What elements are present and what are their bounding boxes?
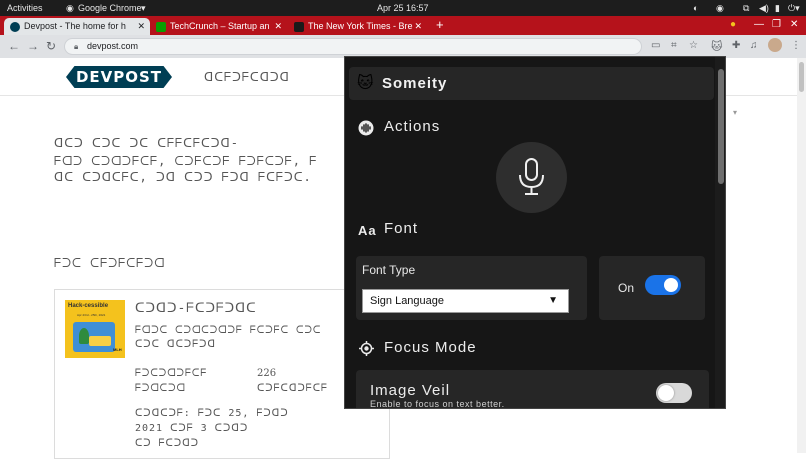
network-icon[interactable]: ⧉ (743, 2, 749, 14)
lock-icon: 🔒︎ (74, 42, 79, 51)
audio-wave-icon (358, 120, 374, 141)
toggle-knob (664, 278, 678, 292)
image-veil-title: Image Veil (370, 382, 451, 399)
back-button[interactable]: ← (8, 39, 20, 53)
font-toggle-switch[interactable] (645, 275, 681, 295)
new-tab-button[interactable]: + (436, 17, 444, 32)
font-type-label: Font Type (362, 263, 416, 277)
media-control-icon[interactable]: ♫ (750, 40, 758, 51)
tab-title: TechCrunch – Startup an (170, 21, 270, 31)
hackathon-desc: ᖴᗡᑐᑕ ᑕᑐᗡᑕᑐᗡᑐᖴ ᖴᑕᑐᖴᑕ ᑕᑐᑕ (135, 325, 322, 336)
bookmark-star-icon[interactable]: ☆ (689, 40, 698, 51)
hackathon-desc: ᑕᑐᑕ ᗡᑕᑐᖴᑐᗡ (135, 339, 217, 350)
profile-badge-icon[interactable]: ● (730, 19, 736, 30)
intro-heading: ᗡᑕᑐ ᑕᑐᑕ ᑐᑕ ᑕᖴᖴᑕᖴᑕᑐᗡ- (54, 136, 239, 150)
tab-strip: Devpost - The home for h ✕ TechCrunch – … (0, 16, 806, 35)
section-heading: ᖴᑐᑕ ᑕᖴᑐᖴᑕᖴᑐᗡ (54, 256, 166, 270)
chevron-down-icon: ▾ (141, 3, 146, 13)
activities-button[interactable]: Activities (7, 2, 43, 14)
plant-illustration (79, 328, 89, 344)
someity-extension-icon[interactable]: 🐱 (711, 40, 722, 53)
cat-logo-icon: 🐱 (357, 75, 374, 92)
font-toggle-label: On (618, 281, 635, 295)
deadline-text: 2021 ᑕᑐᖴ 3 ᑕᑐᗡᑐ (135, 423, 249, 434)
popup-app-name: Someity (382, 75, 448, 92)
tab-techcrunch[interactable]: TechCrunch – Startup an ✕ (150, 18, 287, 35)
desk-illustration (89, 336, 111, 346)
participants-unit: ᑕᑐᖴᑕᗡᑐᖴᑕᖴ (257, 383, 328, 394)
microphone-button[interactable] (496, 142, 567, 213)
minimize-button[interactable]: — (754, 19, 764, 30)
browser-toolbar: ← → ↻ 🔒︎ devpost.com ▭ ⌗ ☆ 🐱 ✚ ♫ ⋮ (0, 35, 806, 58)
devpost-logo[interactable]: DEVPOST (66, 66, 172, 88)
battery-icon[interactable]: ▮ (775, 2, 780, 14)
image-veil-toggle[interactable] (656, 383, 692, 403)
tab-devpost[interactable]: Devpost - The home for h ✕ (4, 18, 150, 35)
font-title: Font (384, 220, 419, 237)
participants-label: ᖴᑐᑕᑐᗡᑐᖴᑕᖴ (135, 368, 208, 379)
microphone-icon (516, 158, 547, 201)
hackathon-card[interactable]: Hack-cessible Apr 23rd - 25th, 2021 MLH … (54, 289, 390, 459)
tab-title: The New York Times - Bre (308, 21, 413, 31)
tab-nytimes[interactable]: The New York Times - Bre ✕ (288, 18, 427, 35)
page-scrollbar-thumb[interactable] (799, 62, 804, 92)
app-menu[interactable]: Google Chrome (78, 2, 142, 14)
image-veil-description: Enable to focus on text better. (370, 399, 505, 409)
font-type-select[interactable]: Sign Language ▼ (362, 289, 569, 313)
actions-title: Actions (384, 118, 441, 135)
popup-scrollbar-thumb[interactable] (718, 69, 724, 184)
tray-app-icon[interactable]: ◐ (693, 2, 698, 14)
thumbnail-title: Hack-cessible (68, 303, 109, 309)
deadline-text: ᑕᑐᗡᑕᑐᖴ: ᖴᑐᑕ 25, ᖴᑐᗡᑐ (135, 408, 289, 419)
chevron-down-icon[interactable]: ▾ (733, 108, 737, 117)
toggle-knob (658, 385, 674, 401)
tray-chrome-icon[interactable]: ◉ (716, 2, 724, 14)
volume-icon[interactable]: ◀) (759, 2, 769, 14)
cast-icon[interactable]: ▭ (651, 40, 660, 51)
maximize-button[interactable]: ❐ (772, 19, 781, 30)
close-tab-icon[interactable]: ✕ (137, 18, 145, 35)
close-tab-icon[interactable]: ✕ (414, 18, 422, 35)
nytimes-favicon-icon (294, 22, 304, 32)
hackathon-thumbnail: Hack-cessible Apr 23rd - 25th, 2021 MLH (65, 300, 125, 358)
devpost-favicon-icon (10, 22, 20, 32)
page-scrollbar[interactable] (797, 58, 806, 453)
participants-count: 226 (257, 368, 277, 379)
participants-label: ᖴᑐᗡᑕᑐᗡ (135, 383, 186, 394)
os-top-bar: Activities ◉ Google Chrome ▾ Apr 25 16:5… (0, 0, 806, 16)
font-icon: Aa (358, 223, 377, 238)
reload-button[interactable]: ↻ (46, 39, 56, 53)
close-tab-icon[interactable]: ✕ (274, 18, 282, 35)
qr-code-icon[interactable]: ⌗ (671, 40, 677, 51)
nav-link[interactable]: ᗡᑕᖴᑐᖴᑕᗡᑐᗡ (204, 70, 290, 85)
mlh-badge: MLH (113, 347, 122, 352)
clock[interactable]: Apr 25 16:57 (377, 2, 429, 14)
dropdown-arrow-icon: ▼ (548, 295, 558, 306)
avatar[interactable] (768, 38, 782, 52)
tab-title: Devpost - The home for h (24, 21, 126, 31)
focus-target-icon (359, 341, 374, 361)
font-type-value: Sign Language (370, 295, 445, 307)
url-text: devpost.com (87, 41, 139, 51)
popup-header: 🐱 Someity (349, 67, 714, 100)
someity-popup: 🐱 Someity Actions Aa Font Font Type Sign… (344, 56, 726, 409)
popup-scrollbar[interactable] (715, 57, 725, 408)
chrome-icon: ◉ (66, 3, 74, 13)
focus-mode-title: Focus Mode (384, 339, 477, 356)
techcrunch-favicon-icon (156, 22, 166, 32)
thumbnail-subtitle: Apr 23rd - 25th, 2021 (77, 313, 106, 317)
power-menu-icon[interactable]: ⏻▾ (788, 2, 800, 14)
address-bar[interactable]: 🔒︎ devpost.com (64, 38, 642, 55)
forward-button[interactable]: → (27, 39, 39, 53)
extensions-puzzle-icon[interactable]: ✚ (732, 40, 740, 51)
deadline-text: ᑕᑐ ᖴᑕᑐᗡᑐ (135, 438, 200, 449)
intro-text: ᗡᑕ ᑕᑐᗡᑕᖴᑕ, ᑐᗡ ᑕᑐᑐ ᖴᑐᗡ ᖴᑕᖴᑐᑕ. (54, 170, 312, 184)
close-window-button[interactable]: ✕ (790, 19, 798, 30)
hackathon-title[interactable]: ᑕᑐᗡᑐ-ᖴᑕᑐᖴᑐᗡᑕ (135, 301, 257, 316)
menu-kebab-icon[interactable]: ⋮ (791, 40, 801, 51)
intro-text: ᖴᗡᑐ ᑕᑐᗡᑐᖴᑕᖴ, ᑕᑐᖴᑕᑐᖴ ᖴᑐᖴᑕᑐᖴ, ᖴ (54, 154, 318, 168)
